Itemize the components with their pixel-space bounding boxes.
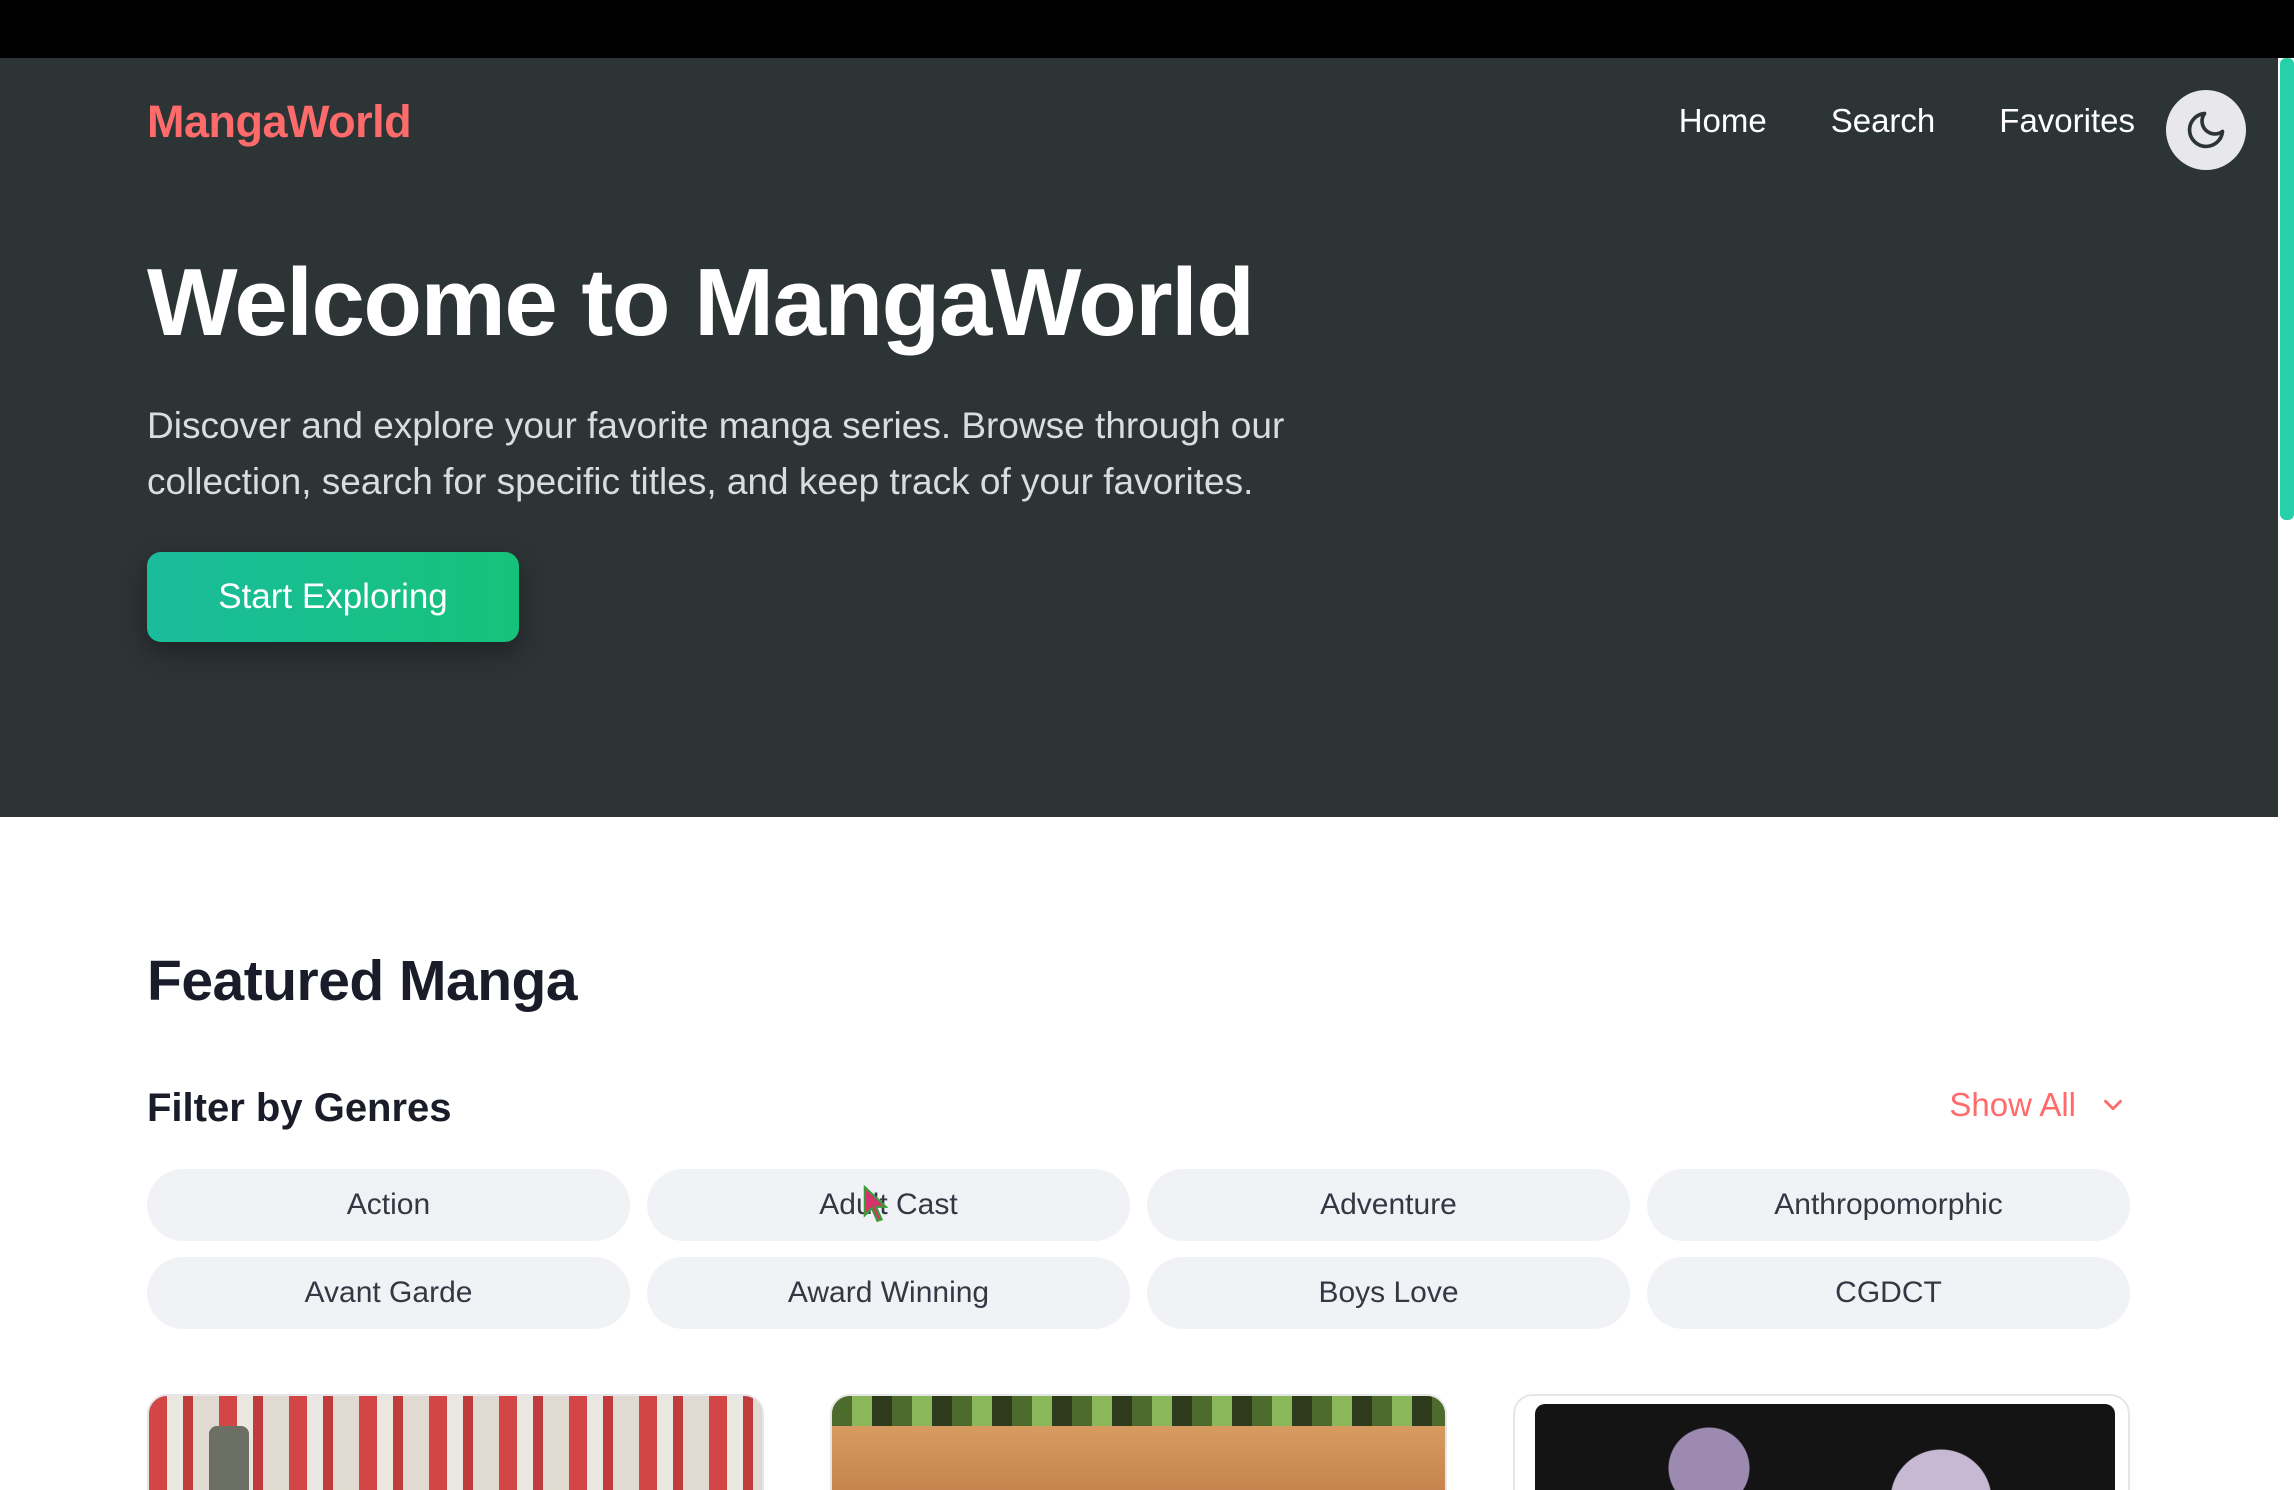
start-exploring-button[interactable]: Start Exploring (147, 552, 519, 642)
hero-section: MangaWorld Home Search Favorites Welcome… (0, 58, 2278, 817)
manga-cover-detail (832, 1426, 1445, 1490)
hero-description: Discover and explore your favorite manga… (147, 405, 1285, 502)
genre-chip-boys-love[interactable]: Boys Love (1147, 1257, 1630, 1329)
site-logo[interactable]: MangaWorld (147, 96, 412, 148)
manga-card[interactable] (1513, 1394, 2130, 1490)
nav-link-search[interactable]: Search (1831, 102, 1936, 140)
chevron-down-icon (2104, 1099, 2122, 1111)
genre-chip-cgdct[interactable]: CGDCT (1647, 1257, 2130, 1329)
hero-title: Welcome to MangaWorld (147, 249, 1255, 356)
filter-by-genres-title: Filter by Genres (147, 1086, 452, 1130)
genre-chip-anthropomorphic[interactable]: Anthropomorphic (1647, 1169, 2130, 1241)
mouse-cursor-icon (863, 1184, 889, 1223)
main-nav: Home Search Favorites (1615, 102, 2135, 140)
manga-card-row (147, 1394, 2130, 1490)
show-all-button[interactable]: Show All (1949, 1086, 2128, 1124)
genre-chip-avant-garde[interactable]: Avant Garde (147, 1257, 630, 1329)
manga-cover-image (832, 1396, 1445, 1426)
show-all-label: Show All (1949, 1086, 2076, 1123)
nav-link-favorites[interactable]: Favorites (1999, 102, 2135, 140)
scrollbar-thumb[interactable] (2280, 58, 2294, 520)
page-viewport: MangaWorld Home Search Favorites Welcome… (0, 58, 2294, 1490)
manga-cover-image (1535, 1404, 2115, 1490)
browser-top-bar (0, 0, 2294, 58)
genre-filter-grid: Action Adult Cast Adventure Anthropomorp… (147, 1169, 2130, 1329)
nav-link-home[interactable]: Home (1679, 102, 1767, 140)
featured-manga-title: Featured Manga (147, 949, 578, 1013)
genre-chip-award-winning[interactable]: Award Winning (647, 1257, 1130, 1329)
theme-toggle-button[interactable] (2166, 90, 2246, 170)
manga-card[interactable] (830, 1394, 1447, 1490)
manga-cover-detail (209, 1426, 249, 1490)
moon-icon (2187, 111, 2225, 149)
genre-chip-adventure[interactable]: Adventure (1147, 1169, 1630, 1241)
manga-card[interactable] (147, 1394, 764, 1490)
genre-chip-action[interactable]: Action (147, 1169, 630, 1241)
